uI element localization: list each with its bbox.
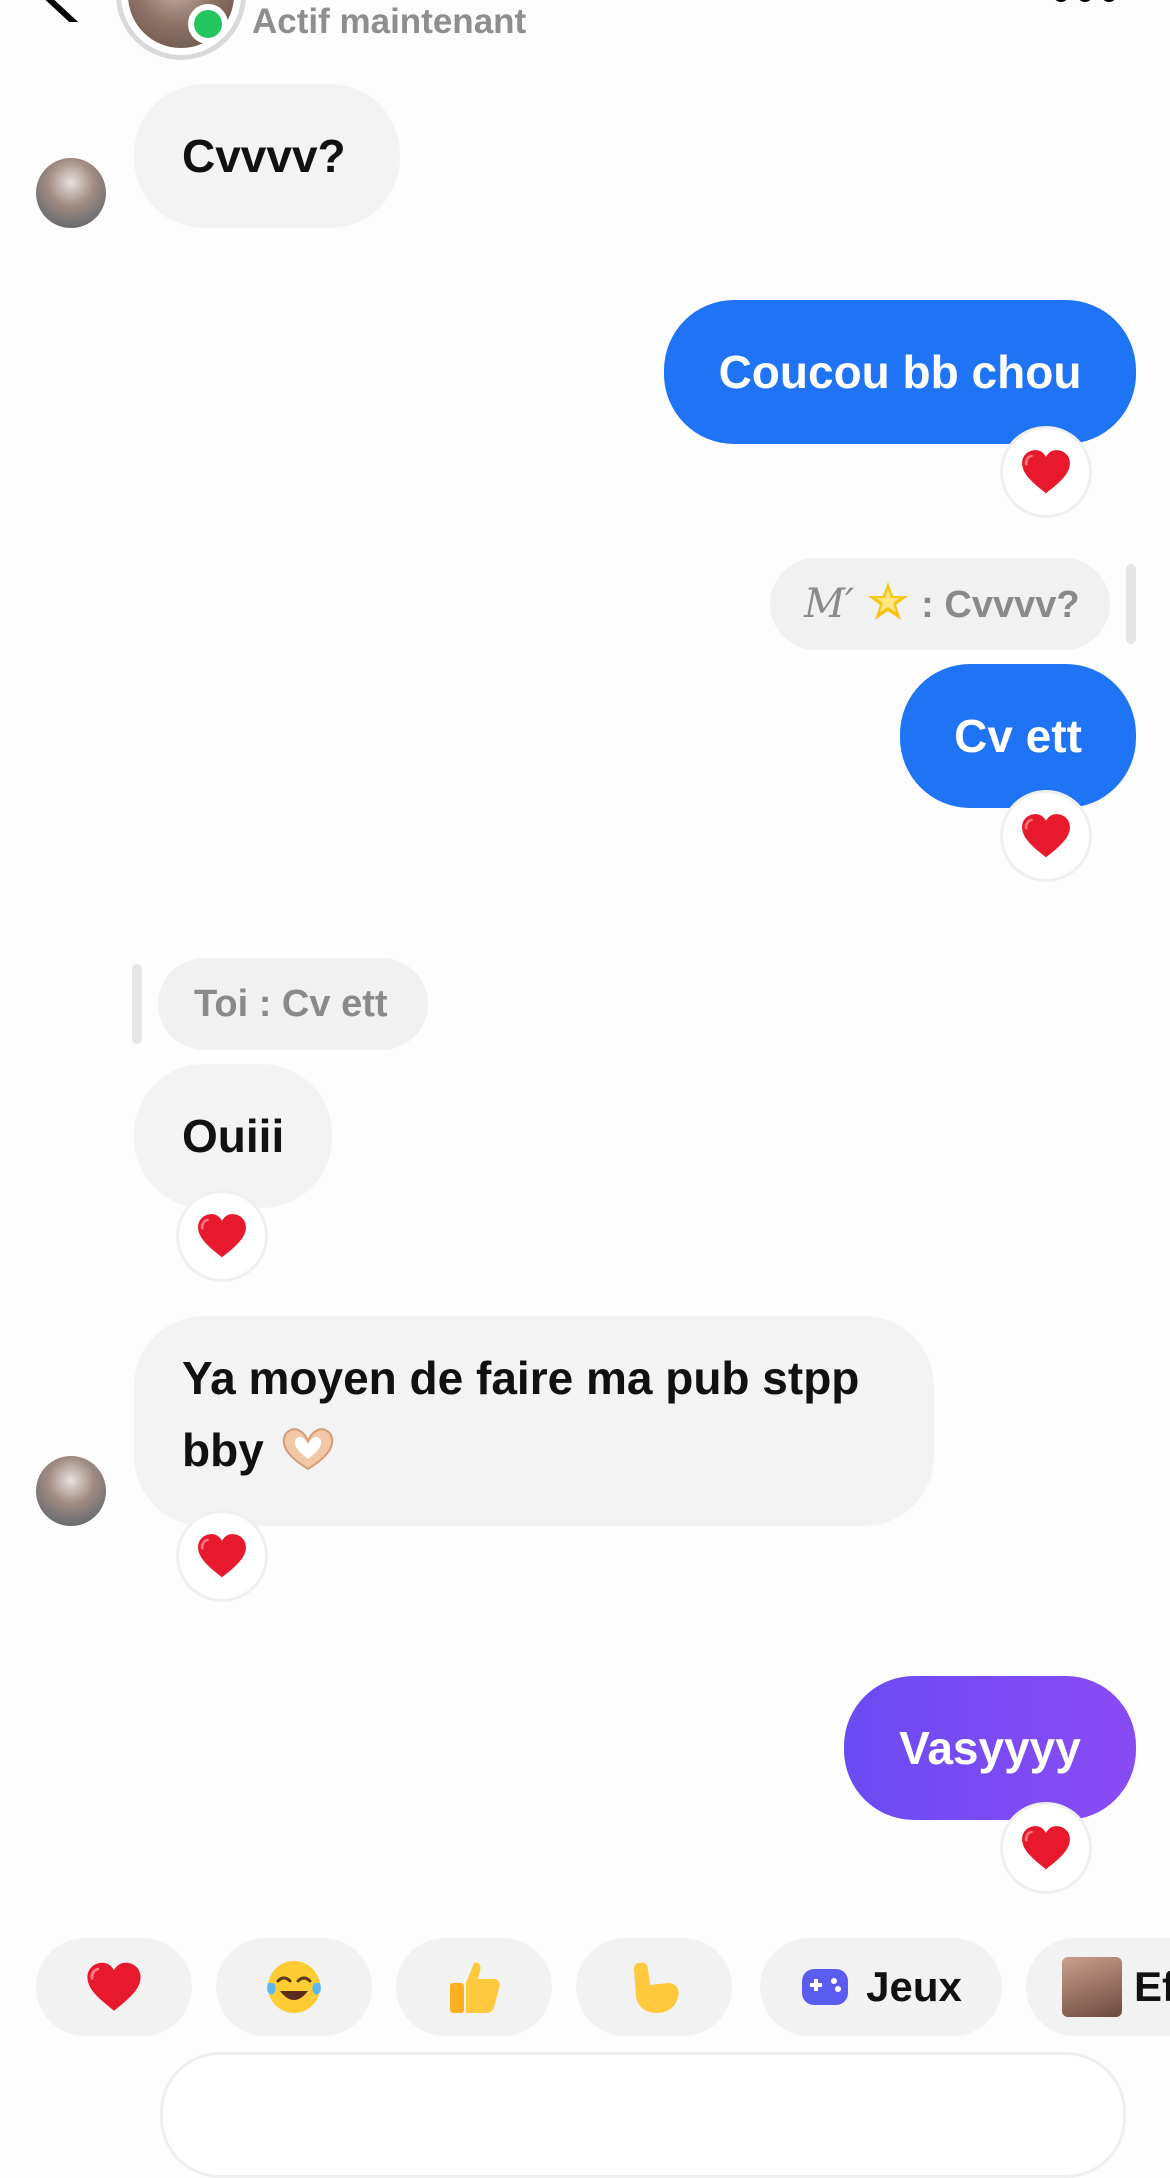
heart-icon: [1020, 1824, 1072, 1872]
thumbs-up-icon: [450, 1962, 500, 2013]
reply-indicator-bar: [132, 964, 142, 1044]
heart-reaction[interactable]: [176, 1190, 268, 1282]
back-arrow-icon[interactable]: [36, 0, 96, 22]
effect-thumbnail-icon: [1062, 1957, 1122, 2017]
message-input[interactable]: [160, 2052, 1126, 2178]
message-text: Ouiii: [182, 1110, 285, 1162]
quick-reply-heart[interactable]: [36, 1938, 192, 2036]
reply-context-pill[interactable]: M′ : Cvvvv?: [770, 558, 1110, 650]
heart-icon: [196, 1532, 248, 1580]
online-status-dot: [188, 4, 228, 44]
message-text: Cvvvv?: [182, 130, 346, 182]
outgoing-message-bubble[interactable]: Cv ett: [900, 664, 1136, 808]
tears-of-joy-icon: [267, 1961, 321, 2013]
heart-icon: [85, 1961, 143, 2013]
heart-reaction[interactable]: [1000, 426, 1092, 518]
outgoing-message-bubble[interactable]: Coucou bb chou: [664, 300, 1136, 444]
message-text-line-1: Ya moyen de faire ma pub stpp: [182, 1352, 860, 1404]
heart-hands-icon: [282, 1428, 333, 1471]
outgoing-message-bubble[interactable]: Vasyyyy: [844, 1676, 1136, 1820]
sender-avatar[interactable]: [36, 1456, 106, 1526]
quick-reply-thumbs-up[interactable]: [396, 1938, 552, 2036]
active-status-text: Actif maintenant: [252, 2, 527, 41]
incoming-message-bubble[interactable]: Ouiii: [134, 1064, 332, 1208]
pointing-hand-icon: [634, 1962, 679, 2013]
reply-text: : Cvvvv?: [921, 584, 1080, 626]
sender-avatar[interactable]: [36, 158, 106, 228]
reply-text: Toi : Cv ett: [194, 983, 388, 1025]
message-text: Vasyyyy: [899, 1722, 1081, 1774]
quick-reply-tears-of-joy[interactable]: [216, 1938, 372, 2036]
effects-label: Ef: [1134, 1963, 1170, 2010]
incoming-message-bubble[interactable]: Ya moyen de faire ma pub stpp bby: [134, 1316, 934, 1526]
message-text: Cv ett: [954, 710, 1082, 762]
games-label: Jeux: [866, 1963, 962, 2010]
gamepad-icon: [802, 1969, 849, 2005]
quick-reply-games[interactable]: Jeux: [760, 1938, 1002, 2036]
glowing-star-icon: [867, 582, 908, 620]
reply-sender-name: M′: [804, 581, 855, 627]
quick-reply-pointing-hand[interactable]: [576, 1938, 732, 2036]
heart-reaction[interactable]: [176, 1510, 268, 1602]
quick-reply-effects[interactable]: Ef: [1026, 1938, 1170, 2036]
heart-icon: [196, 1212, 248, 1260]
heart-reaction[interactable]: [1000, 1802, 1092, 1894]
incoming-message-bubble[interactable]: Cvvvv?: [134, 84, 400, 228]
heart-reaction[interactable]: [1000, 790, 1092, 882]
heart-icon: [1020, 812, 1072, 860]
reply-indicator-bar: [1126, 564, 1136, 644]
more-options-icon[interactable]: [1050, 0, 1120, 8]
reply-context-pill[interactable]: Toi : Cv ett: [158, 958, 428, 1050]
message-text-line-2: bby: [182, 1424, 264, 1476]
heart-icon: [1020, 448, 1072, 496]
message-text: Coucou bb chou: [718, 346, 1082, 398]
